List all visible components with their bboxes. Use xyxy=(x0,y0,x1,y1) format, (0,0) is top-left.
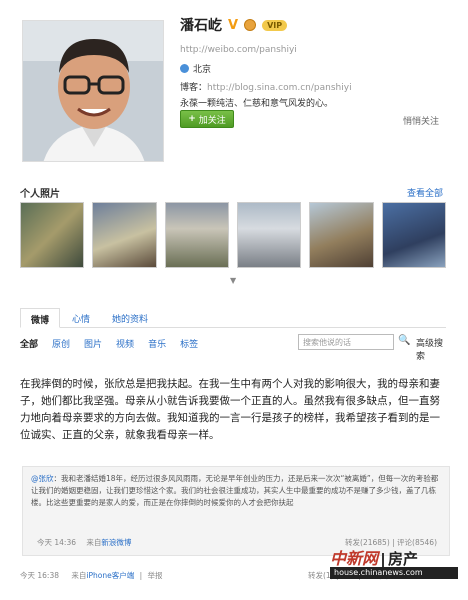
filter-bar: 全部 原创 图片 视频 音乐 标签 搜索他说的话 🔍 高级搜索 xyxy=(20,332,446,362)
vip-badge: VIP xyxy=(262,19,288,31)
retweet-author[interactable]: @张欣 xyxy=(31,474,54,483)
tab-weibo[interactable]: 微博 xyxy=(20,308,61,328)
post-text: 在我摔倒的时候，张欣总是把我扶起。在我一生中有两个人对我的影响很大，我的母亲和妻… xyxy=(20,378,440,441)
post-source-prefix: 来自 xyxy=(71,571,87,580)
retweet-source-link[interactable]: 新浪微博 xyxy=(101,538,131,547)
separator: | xyxy=(139,571,143,580)
photo-strip xyxy=(20,202,446,268)
photo-thumbnail[interactable] xyxy=(381,202,446,268)
profile-location: 北京 xyxy=(180,62,211,75)
quiet-follow-link[interactable]: 悄悄关注 xyxy=(403,114,439,127)
filter-tags[interactable]: 标签 xyxy=(180,337,198,350)
watermark-url: house.chinanews.com xyxy=(330,567,458,579)
follow-label: 加关注 xyxy=(198,115,226,126)
expand-arrow-icon[interactable]: ▼ xyxy=(230,276,236,285)
person-icon xyxy=(180,64,189,73)
search-input[interactable]: 搜索他说的话 xyxy=(298,334,394,350)
tab-profile-info[interactable]: 她的资料 xyxy=(102,308,158,327)
advanced-search-link[interactable]: 高级搜索 xyxy=(416,336,446,362)
retweet-footer: 今天 14:36 来自新浪微博 xyxy=(37,537,131,548)
profile-header: 潘石屹 V VIP http://weibo.com/panshiyi 北京 博… xyxy=(0,0,468,180)
watermark-section: 房产 xyxy=(388,550,419,568)
profile-tabs: 微博 心情 她的资料 xyxy=(20,308,446,328)
filter-music[interactable]: 音乐 xyxy=(148,337,166,350)
tab-mood[interactable]: 心情 xyxy=(62,308,100,327)
filter-video[interactable]: 视频 xyxy=(116,337,134,350)
watermark-brand: 中新网 xyxy=(330,549,379,568)
post-footer: 今天 16:38 来自iPhone客户端 | 举报 xyxy=(20,570,163,581)
retweet-text-block: @张欣：我和老潘结婚18年，经历过很多风风雨雨，无论是早年创业的压力，还是后来一… xyxy=(31,473,441,509)
retweet-source-prefix: 来自 xyxy=(86,538,102,547)
profile-url[interactable]: http://weibo.com/panshiyi xyxy=(180,45,297,55)
retweet-time[interactable]: 今天 14:36 xyxy=(37,538,76,547)
profile-name: 潘石屹 xyxy=(180,18,222,34)
avatar[interactable] xyxy=(22,20,164,162)
photo-thumbnail[interactable] xyxy=(20,202,85,268)
retweet-text: ：我和老潘结婚18年，经历过很多风风雨雨，无论是早年创业的压力，还是后来一次次“… xyxy=(31,474,439,507)
profile-name-row: 潘石屹 V VIP xyxy=(180,15,288,35)
filter-original[interactable]: 原创 xyxy=(52,337,70,350)
filter-images[interactable]: 图片 xyxy=(84,337,102,350)
post-time[interactable]: 今天 16:38 xyxy=(20,571,59,580)
report-link[interactable]: 举报 xyxy=(148,571,163,580)
photos-title: 个人照片 xyxy=(20,189,60,200)
location-text: 北京 xyxy=(193,65,212,75)
chinanews-watermark: 中新网 房产 house.chinanews.com xyxy=(330,545,460,585)
photo-thumbnail[interactable] xyxy=(236,202,302,268)
blog-label: 博客： xyxy=(180,83,208,93)
search-icon[interactable]: 🔍 xyxy=(398,335,410,346)
post-source-link[interactable]: iPhone客户端 xyxy=(86,571,134,580)
retweet-box: @张欣：我和老潘结婚18年，经历过很多风风雨雨，无论是早年创业的压力，还是后来一… xyxy=(22,466,450,556)
filter-all[interactable]: 全部 xyxy=(20,337,38,350)
profile-blog: 博客：http://blog.sina.com.cn/panshiyi xyxy=(180,80,352,93)
photo-thumbnail[interactable] xyxy=(164,202,229,268)
blog-url[interactable]: http://blog.sina.com.cn/panshiyi xyxy=(207,83,352,93)
profile-intro: 永葆一颗纯洁、仁慈和意气风发的心。 xyxy=(180,99,334,109)
verified-v-icon: V xyxy=(228,17,239,33)
medal-icon xyxy=(244,19,257,31)
follow-button[interactable]: + 加关注 xyxy=(180,110,234,128)
photo-thumbnail[interactable] xyxy=(92,202,157,268)
plus-icon: + xyxy=(188,114,196,124)
photos-view-all-link[interactable]: 查看全部 xyxy=(407,186,443,199)
photo-thumbnail[interactable] xyxy=(309,202,374,268)
